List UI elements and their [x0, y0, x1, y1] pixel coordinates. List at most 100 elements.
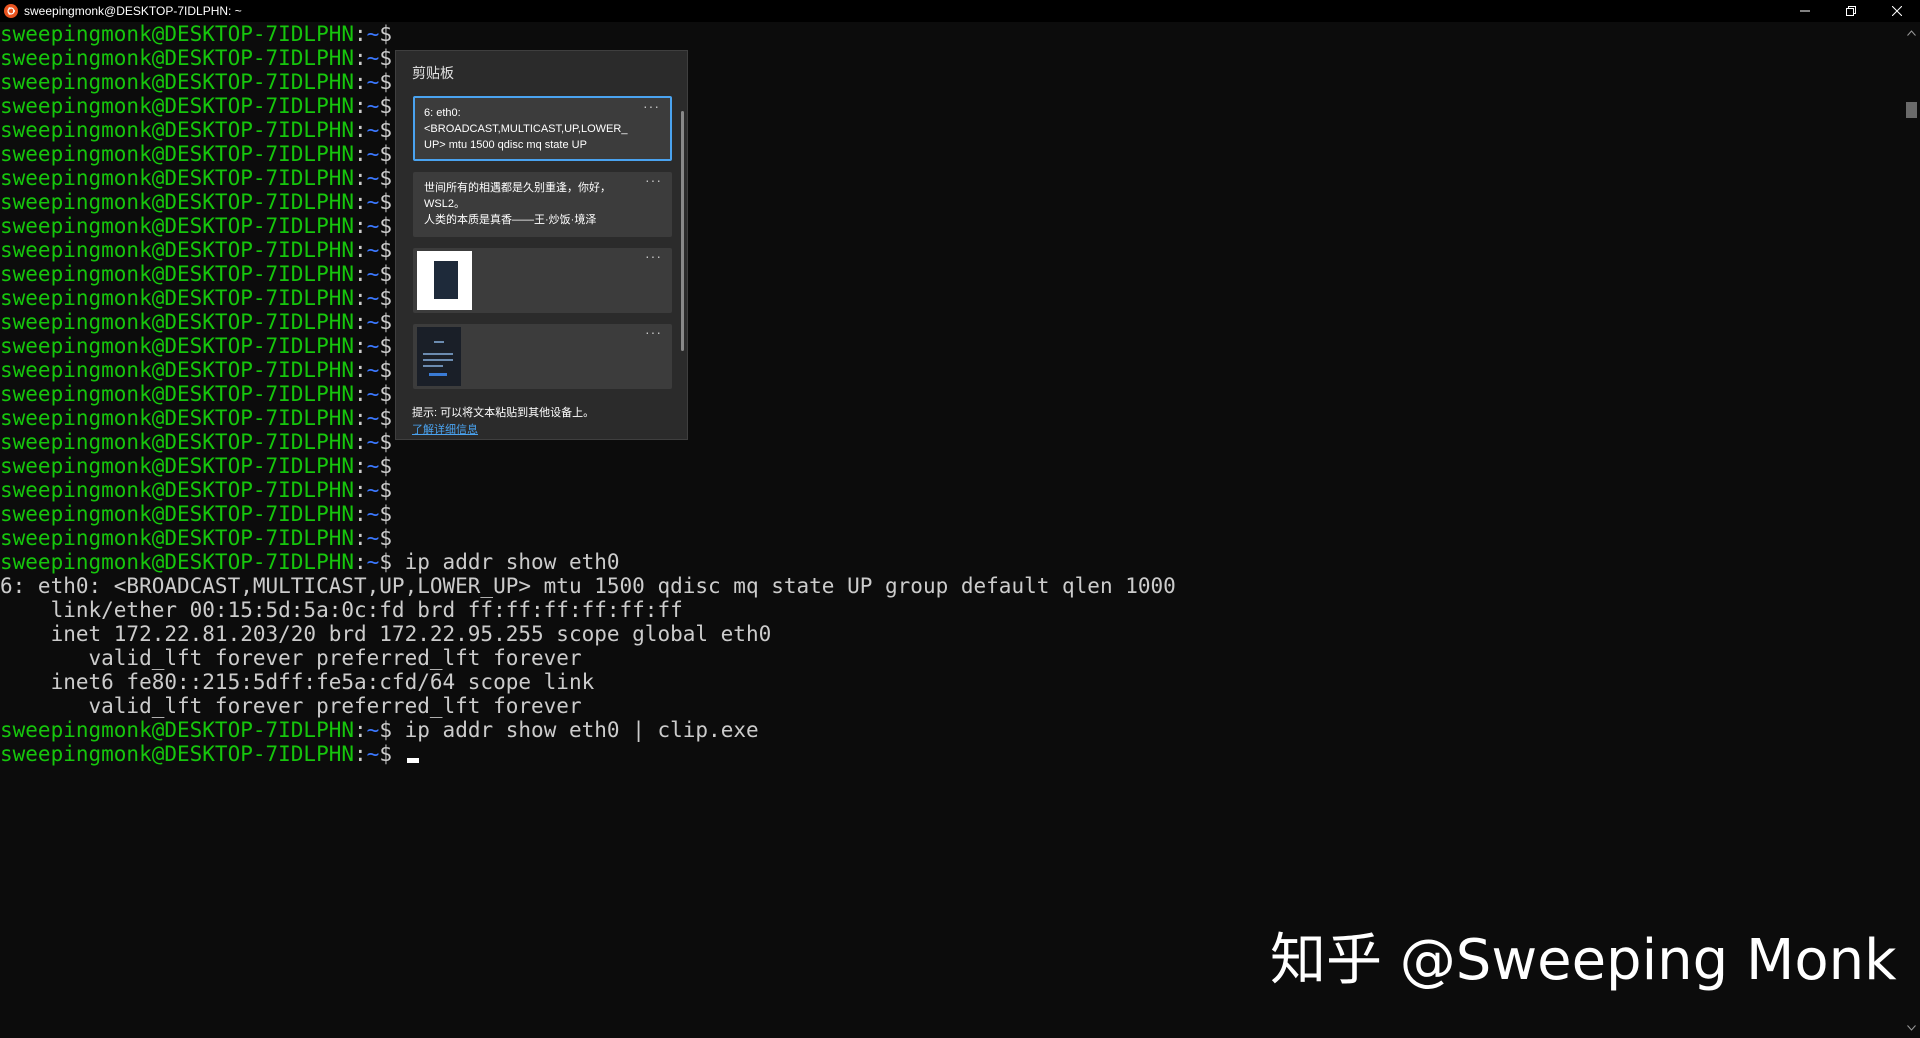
- prompt-colon: :: [354, 502, 367, 526]
- clipboard-item-image[interactable]: ···: [413, 248, 672, 313]
- prompt-user: sweepingmonk@DESKTOP-7IDLPHN: [0, 454, 355, 478]
- prompt-user: sweepingmonk@DESKTOP-7IDLPHN: [0, 478, 355, 502]
- prompt-colon: :: [354, 238, 367, 262]
- more-options-icon[interactable]: ···: [643, 98, 660, 114]
- command-text: ip addr show eth0: [391, 550, 620, 574]
- prompt-path: ~: [366, 478, 380, 502]
- prompt-colon: :: [354, 142, 367, 166]
- terminal-line: sweepingmonk@DESKTOP-7IDLPHN:~$: [0, 214, 1900, 238]
- command-text: [392, 742, 405, 766]
- text-cursor: [406, 758, 419, 763]
- prompt-colon: :: [354, 262, 367, 286]
- clipboard-panel: 剪贴板 6: eth0: <BROADCAST,MULTICAST,UP,LOW…: [395, 50, 688, 440]
- clipboard-scrollbar[interactable]: [681, 111, 684, 351]
- terminal-line: sweepingmonk@DESKTOP-7IDLPHN:~$ ip addr …: [0, 718, 1900, 742]
- prompt-colon: :: [354, 286, 367, 310]
- prompt-user: sweepingmonk@DESKTOP-7IDLPHN: [0, 22, 355, 46]
- terminal-line: sweepingmonk@DESKTOP-7IDLPHN:~$: [0, 334, 1900, 358]
- prompt-dollar: $: [379, 238, 392, 262]
- prompt-dollar: $: [379, 358, 392, 382]
- ubuntu-icon: [4, 4, 18, 18]
- prompt-user: sweepingmonk@DESKTOP-7IDLPHN: [0, 502, 355, 526]
- prompt-dollar: $: [379, 502, 392, 526]
- prompt-user: sweepingmonk@DESKTOP-7IDLPHN: [0, 310, 355, 334]
- prompt-path: ~: [366, 190, 380, 214]
- restore-button[interactable]: [1828, 0, 1874, 22]
- clipboard-item[interactable]: 6: eth0: <BROADCAST,MULTICAST,UP,LOWER_ …: [413, 96, 672, 161]
- prompt-path: ~: [366, 334, 380, 358]
- prompt-user: sweepingmonk@DESKTOP-7IDLPHN: [0, 262, 355, 286]
- prompt-dollar: $: [379, 718, 392, 742]
- prompt-colon: :: [354, 94, 367, 118]
- prompt-dollar: $: [379, 142, 392, 166]
- watermark: 知乎 @Sweeping Monk: [1270, 928, 1897, 993]
- prompt-colon: :: [354, 334, 367, 358]
- clipboard-item-text: 6: eth0: <BROADCAST,MULTICAST,UP,LOWER_ …: [424, 107, 628, 151]
- terminal-line: sweepingmonk@DESKTOP-7IDLPHN:~$: [0, 310, 1900, 334]
- prompt-dollar: $: [379, 286, 392, 310]
- terminal-line: sweepingmonk@DESKTOP-7IDLPHN:~$: [0, 142, 1900, 166]
- terminal-line: sweepingmonk@DESKTOP-7IDLPHN:~$: [0, 478, 1900, 502]
- minimize-icon: [1800, 10, 1810, 12]
- prompt-path: ~: [366, 22, 380, 46]
- prompt-dollar: $: [379, 430, 392, 454]
- terminal-line: sweepingmonk@DESKTOP-7IDLPHN:~$: [0, 742, 1900, 766]
- prompt-path: ~: [366, 358, 380, 382]
- terminal-line: sweepingmonk@DESKTOP-7IDLPHN:~$: [0, 70, 1900, 94]
- prompt-user: sweepingmonk@DESKTOP-7IDLPHN: [0, 550, 355, 574]
- prompt-dollar: $: [379, 334, 392, 358]
- terminal-line: sweepingmonk@DESKTOP-7IDLPHN:~$: [0, 46, 1900, 70]
- clipboard-title: 剪贴板: [412, 65, 454, 81]
- prompt-dollar: $: [379, 22, 392, 46]
- terminal-line: sweepingmonk@DESKTOP-7IDLPHN:~$ ip addr …: [0, 550, 1900, 574]
- more-options-icon[interactable]: ···: [645, 248, 662, 264]
- prompt-path: ~: [366, 286, 380, 310]
- terminal-line: sweepingmonk@DESKTOP-7IDLPHN:~$: [0, 94, 1900, 118]
- terminal-scrollbar[interactable]: [1903, 22, 1920, 1038]
- scroll-down-arrow-icon[interactable]: [1903, 1019, 1920, 1036]
- prompt-colon: :: [354, 454, 367, 478]
- prompt-user: sweepingmonk@DESKTOP-7IDLPHN: [0, 742, 355, 766]
- scroll-up-arrow-icon[interactable]: [1903, 24, 1920, 41]
- prompt-user: sweepingmonk@DESKTOP-7IDLPHN: [0, 190, 355, 214]
- window-controls: [1782, 0, 1920, 22]
- prompt-dollar: $: [379, 190, 392, 214]
- prompt-user: sweepingmonk@DESKTOP-7IDLPHN: [0, 46, 355, 70]
- prompt-user: sweepingmonk@DESKTOP-7IDLPHN: [0, 334, 355, 358]
- terminal-line: sweepingmonk@DESKTOP-7IDLPHN:~$: [0, 166, 1900, 190]
- more-options-icon[interactable]: ···: [645, 172, 662, 188]
- prompt-path: ~: [366, 742, 380, 766]
- prompt-dollar: $: [379, 262, 392, 286]
- prompt-path: ~: [366, 70, 380, 94]
- title-bar: sweepingmonk@DESKTOP-7IDLPHN: ~: [0, 0, 1920, 22]
- clipboard-item-image[interactable]: ···: [413, 324, 672, 389]
- minimize-button[interactable]: [1782, 0, 1828, 22]
- prompt-user: sweepingmonk@DESKTOP-7IDLPHN: [0, 382, 355, 406]
- learn-more-link[interactable]: 了解详细信息: [412, 421, 478, 437]
- prompt-colon: :: [354, 382, 367, 406]
- output-line: valid_lft forever preferred_lft forever: [0, 694, 582, 718]
- prompt-dollar: $: [379, 214, 392, 238]
- prompt-user: sweepingmonk@DESKTOP-7IDLPHN: [0, 238, 355, 262]
- terminal-line: sweepingmonk@DESKTOP-7IDLPHN:~$: [0, 502, 1900, 526]
- command-text: ip addr show eth0 | clip.exe: [391, 718, 759, 742]
- more-options-icon[interactable]: ···: [645, 324, 662, 340]
- clipboard-item[interactable]: 世间所有的相遇都是久别重逢，你好， WSL2。 人类的本质是真香——王·炒饭·境…: [413, 172, 672, 237]
- terminal-line: sweepingmonk@DESKTOP-7IDLPHN:~$: [0, 382, 1900, 406]
- prompt-user: sweepingmonk@DESKTOP-7IDLPHN: [0, 286, 355, 310]
- output-line: 6: eth0: <BROADCAST,MULTICAST,UP,LOWER_U…: [0, 574, 1176, 598]
- prompt-colon: :: [354, 70, 367, 94]
- prompt-path: ~: [366, 550, 380, 574]
- close-button[interactable]: [1874, 0, 1920, 22]
- prompt-user: sweepingmonk@DESKTOP-7IDLPHN: [0, 430, 355, 454]
- prompt-colon: :: [354, 526, 367, 550]
- terminal-line: sweepingmonk@DESKTOP-7IDLPHN:~$: [0, 454, 1900, 478]
- terminal-output[interactable]: sweepingmonk@DESKTOP-7IDLPHN:~$ sweepingm…: [0, 22, 1900, 1038]
- prompt-colon: :: [354, 118, 367, 142]
- prompt-dollar: $: [379, 478, 392, 502]
- image-thumbnail: [417, 251, 472, 310]
- prompt-dollar: $: [379, 406, 392, 430]
- close-icon: [1892, 6, 1902, 16]
- scrollbar-thumb[interactable]: [1906, 102, 1917, 118]
- prompt-colon: :: [354, 406, 367, 430]
